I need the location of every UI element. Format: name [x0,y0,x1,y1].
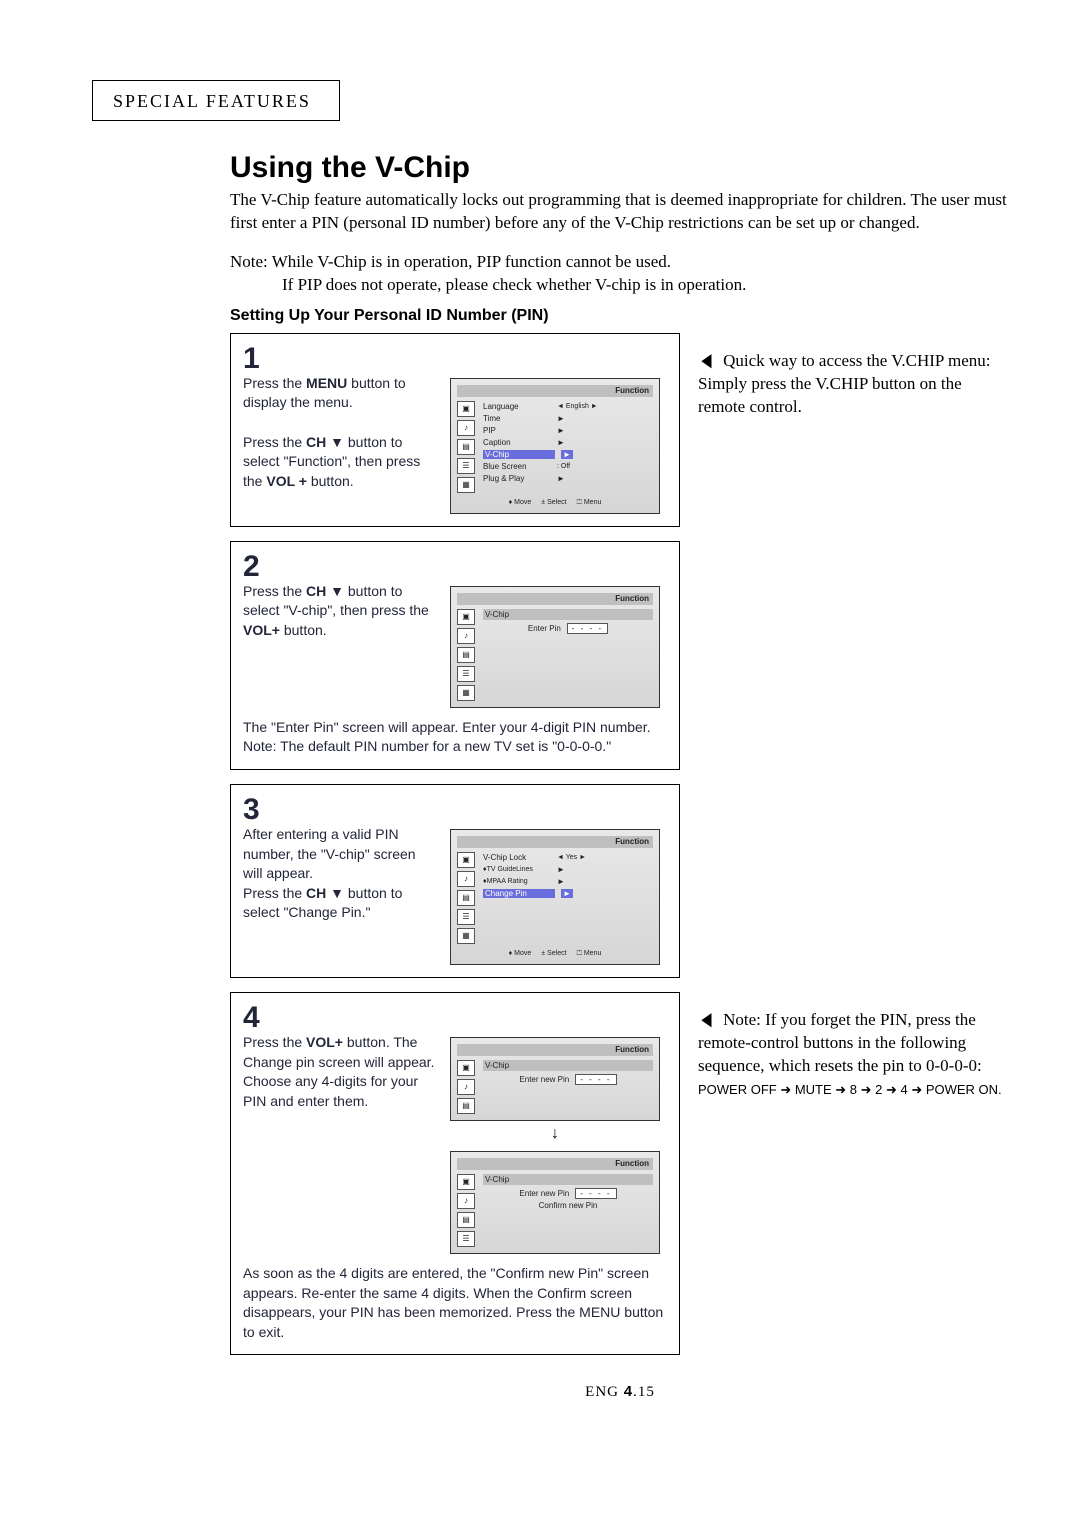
osd-screenshot-4b: Function ▣ ♪ ▤ ☰ V-Chip [450,1151,660,1254]
function-icon: ☰ [457,458,475,474]
section-header: SPECIAL FEATURES [92,80,340,121]
note-line1: Note: While V-Chip is in operation, PIP … [230,252,671,271]
side-note-1: ◄ Quick way to access the V.CHIP menu: S… [698,350,1010,419]
step-3: 3 After entering a valid PIN number, the… [230,784,680,978]
osd-screenshot-1: Function ▣ ♪ ▤ ☰ ▦ Languag [450,378,660,514]
step-1: 1 Press the MENU button to display the m… [230,333,680,527]
step-number: 4 [243,1003,667,1033]
section-header-text: SPECIAL FEATURES [113,91,311,111]
step-text: Press the VOL+ button. The Change pin sc… [243,1033,438,1111]
page-title: Using the V-Chip [230,151,1010,185]
step-2: 2 Press the CH ▼ button to select "V-chi… [230,541,680,770]
osd-screenshot-3: Function ▣ ♪ ▤ ☰ ▦ V-Chip [450,829,660,965]
step-number: 1 [243,344,667,374]
triangle-left-icon: ◄ [698,1004,715,1036]
step-4: 4 Press the VOL+ button. The Change pin … [230,992,680,1355]
side-note-4: ◄ Note: If you forget the PIN, press the… [698,1009,1010,1101]
page-footer: ENG 4.15 [230,1383,1010,1401]
triangle-left-icon: ◄ [698,345,715,377]
intro-paragraph: The V-Chip feature automatically locks o… [230,189,1010,235]
step-text: Press the MENU button to display the men… [243,374,438,492]
tv-icon: ▣ [457,401,475,417]
note-block: Note: While V-Chip is in operation, PIP … [230,251,1010,297]
channel-icon: ▤ [457,439,475,455]
osd-screenshot-4a: Function ▣ ♪ ▤ V-Chip [450,1037,660,1121]
section-subhead: Setting Up Your Personal ID Number (PIN) [230,307,1010,325]
down-arrow-icon: ↓ [551,1125,559,1143]
osd-screenshot-2: Function ▣ ♪ ▤ ☰ ▦ V-Chip [450,586,660,708]
step-number: 2 [243,552,667,582]
step-number: 3 [243,795,667,825]
step-text: After entering a valid PIN number, the "… [243,825,438,923]
step-text: Press the CH ▼ button to select "V-chip"… [243,582,438,641]
step-footer: As soon as the 4 digits are entered, the… [243,1264,667,1342]
note-line2: If PIP does not operate, please check wh… [282,275,746,294]
pin-reset-sequence: POWER OFF ➜ MUTE ➜ 8 ➜ 2 ➜ 4 ➜ POWER ON. [698,1082,1002,1097]
setup-icon: ▦ [457,477,475,493]
audio-icon: ♪ [457,420,475,436]
step-footer: The "Enter Pin" screen will appear. Ente… [243,718,667,757]
